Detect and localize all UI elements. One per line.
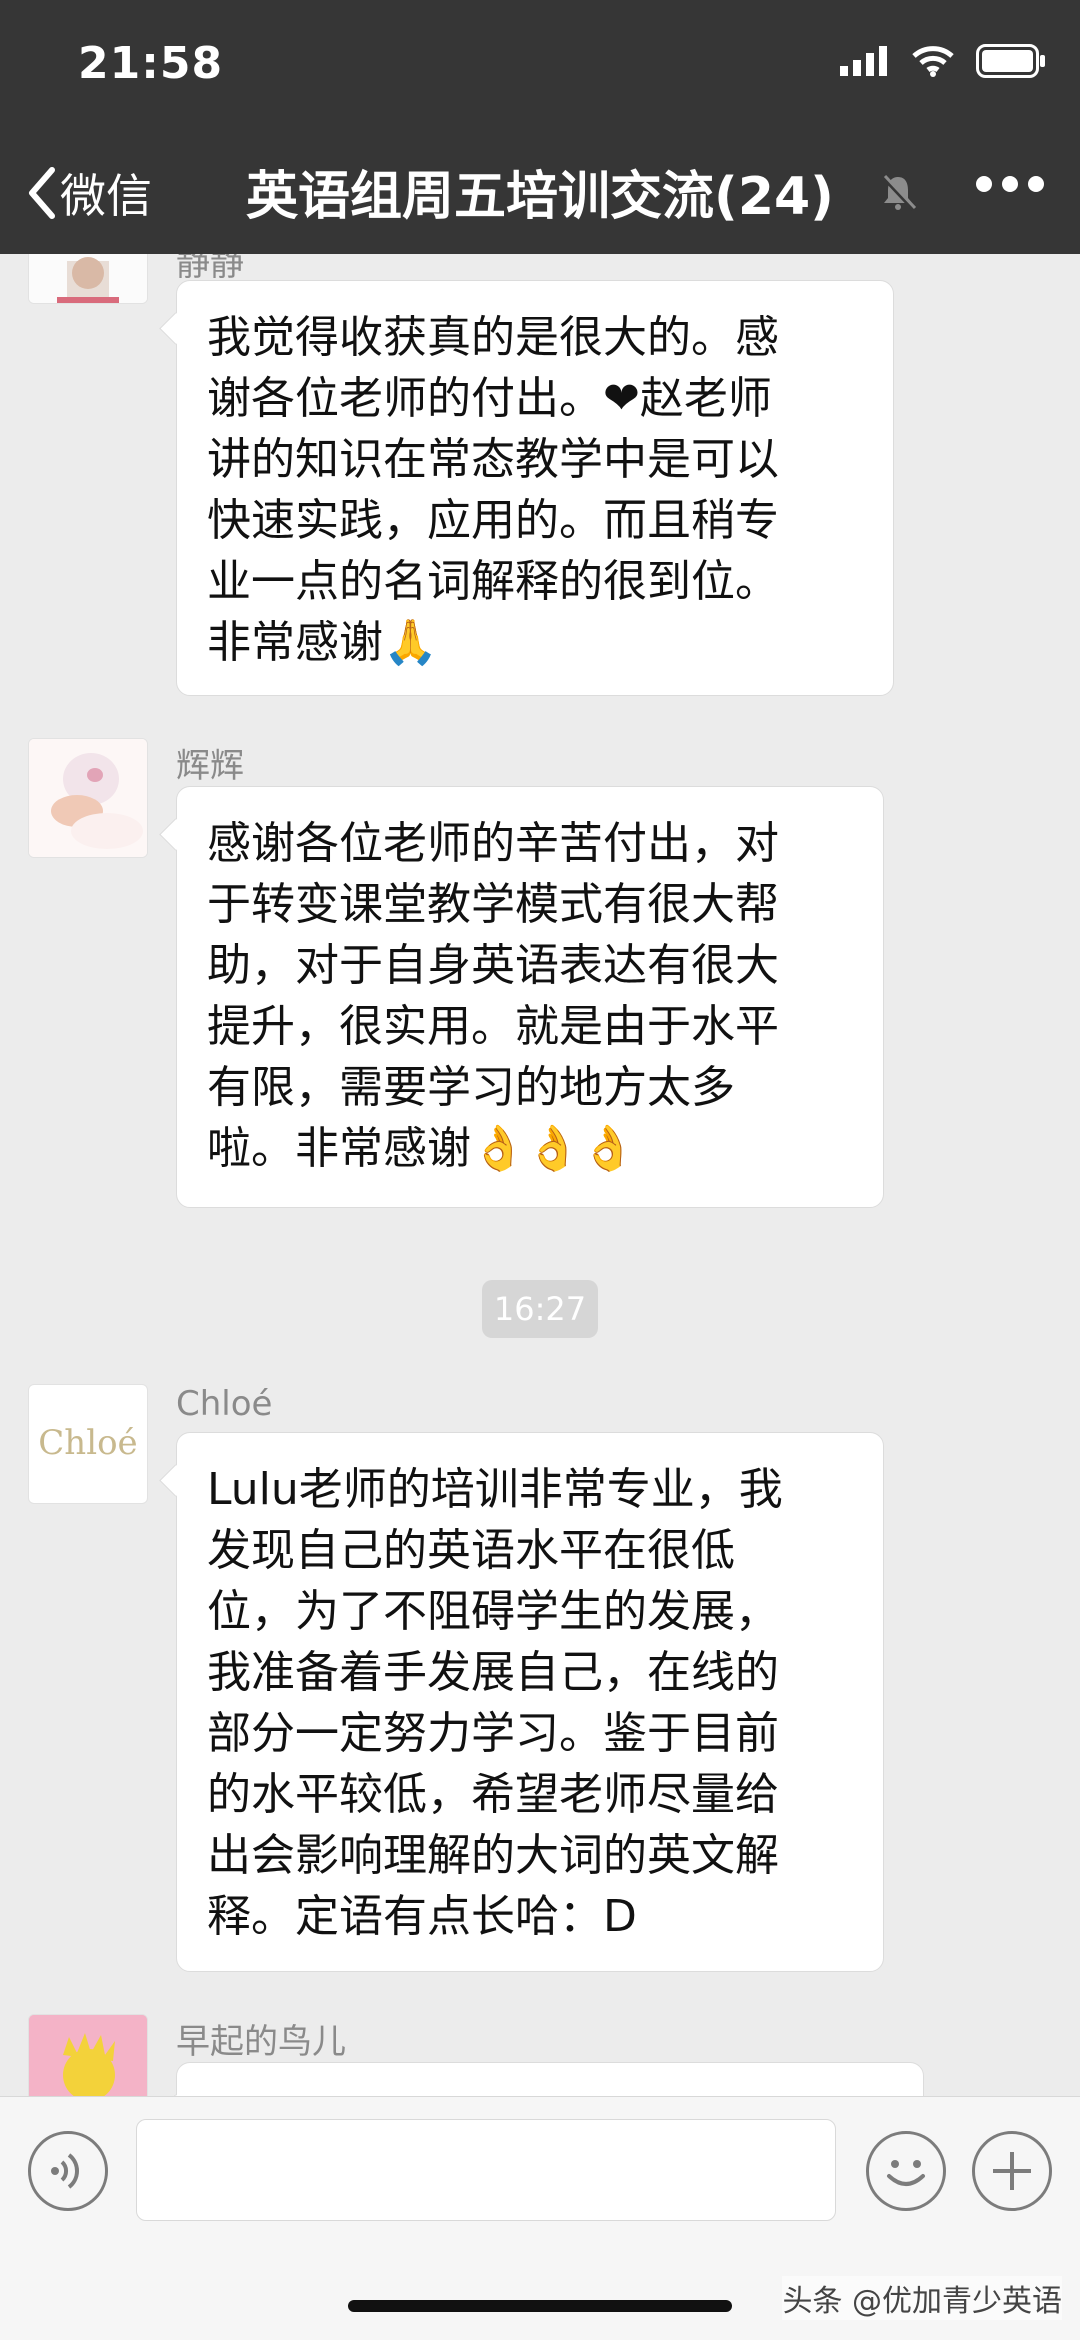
message-line: 我准备着手发展自己，在线的 xyxy=(207,1647,779,1698)
battery-icon xyxy=(976,44,1045,78)
add-icon xyxy=(993,2152,1031,2190)
sender-name: 辉辉 xyxy=(176,746,244,786)
message-line: 非常感谢🙏 xyxy=(207,617,438,668)
message-bubble[interactable]: Lulu老师的培训非常专业，我 发现自己的英语水平在很低 位，为了不阻碍学生的发… xyxy=(176,1432,884,1972)
message-line: Lulu老师的培训非常专业，我 xyxy=(207,1464,783,1515)
message-line: 于转变课堂教学模式有很大帮 xyxy=(207,879,779,930)
wifi-icon xyxy=(912,46,954,77)
signal-icon xyxy=(840,46,887,76)
message-line: 发现自己的英语水平在很低 xyxy=(207,1525,735,1576)
message-line: 释。定语有点长哈：D xyxy=(207,1891,637,1942)
emoji-button[interactable] xyxy=(866,2131,946,2211)
sender-name: 早起的鸟儿 xyxy=(176,2022,346,2062)
avatar[interactable] xyxy=(28,254,148,304)
mute-bell-icon xyxy=(882,174,917,212)
watermark: 头条 @优加青少英语 xyxy=(782,2276,1062,2320)
message-line: 讲的知识在常态教学中是可以 xyxy=(207,434,779,485)
message-input[interactable] xyxy=(136,2119,836,2221)
chat-title: 英语组周五培训交流(24) xyxy=(246,167,834,227)
home-indicator[interactable] xyxy=(348,2300,732,2312)
chat-header: 21:58 微信 英语组周五培训交流(24) xyxy=(0,0,1080,254)
chat-area[interactable]: 静静 我觉得收获真的是很大的。感 谢各位老师的付出。❤赵老师 讲的知识在常态教学… xyxy=(0,254,1080,2096)
status-icons xyxy=(840,44,1046,78)
message-line: 出会影响理解的大词的英文解 xyxy=(207,1830,779,1881)
message-line: 业一点的名词解释的很到位。 xyxy=(207,556,779,607)
sender-name: Chloé xyxy=(176,1384,273,1424)
timestamp: 16:27 xyxy=(482,1280,598,1338)
message-bubble[interactable]: 感谢各位老师的辛苦付出，对 于转变课堂教学模式有很大帮 助，对于自身英语表达有很… xyxy=(176,786,884,1208)
message-line: 谢各位老师的付出。❤赵老师 xyxy=(207,373,772,424)
message-line: 我觉得收获真的是很大的。感 xyxy=(207,312,779,363)
emoji-icon xyxy=(887,2160,925,2186)
avatar-logo-text: Chloé xyxy=(38,1423,138,1463)
message-line: 快速实践，应用的。而且稍专 xyxy=(207,495,779,546)
message-line: 助，对于自身英语表达有很大 xyxy=(207,940,779,991)
more-dots-icon xyxy=(976,176,992,192)
message-bubble[interactable]: 我觉得收获真的是很大的。感 谢各位老师的付出。❤赵老师 讲的知识在常态教学中是可… xyxy=(176,280,894,696)
voice-button[interactable] xyxy=(28,2131,108,2211)
message-line: 的水平较低，希望老师尽量给 xyxy=(207,1769,779,1820)
voice-icon xyxy=(51,2153,79,2189)
message-bubble[interactable] xyxy=(176,2062,924,2096)
more-button[interactable] xyxy=(976,176,1044,192)
message-line: 啦。非常感谢👌👌👌 xyxy=(207,1123,636,1174)
avatar[interactable] xyxy=(28,738,148,858)
message-line: 提升，很实用。就是由于水平 xyxy=(207,1001,779,1052)
status-time: 21:58 xyxy=(78,38,224,89)
avatar[interactable] xyxy=(28,2014,148,2096)
nav-row: 微信 英语组周五培训交流(24) xyxy=(0,150,1080,230)
message-line: 有限，需要学习的地方太多 xyxy=(207,1062,735,1113)
avatar[interactable]: Chloé xyxy=(28,1384,148,1504)
message-line: 部分一定努力学习。鉴于目前 xyxy=(207,1708,779,1759)
message-line: 位，为了不阻碍学生的发展， xyxy=(207,1586,779,1637)
add-button[interactable] xyxy=(972,2131,1052,2211)
message-line: 感谢各位老师的辛苦付出，对 xyxy=(207,818,779,869)
